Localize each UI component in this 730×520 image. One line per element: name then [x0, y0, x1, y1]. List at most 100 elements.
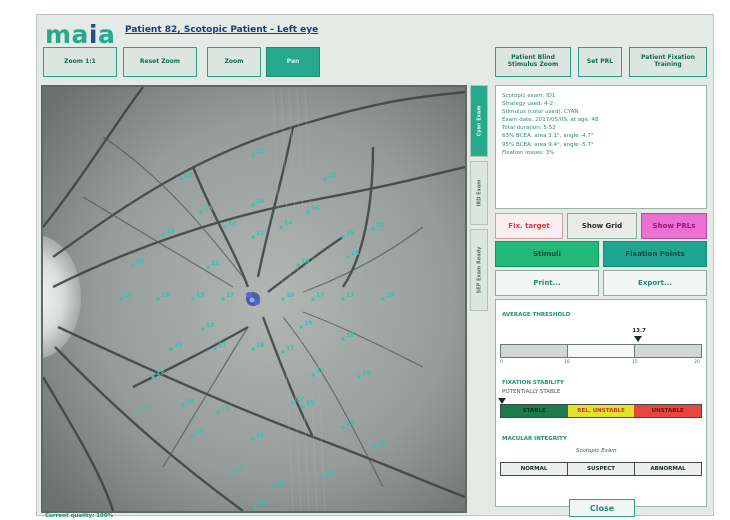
threshold-scale — [500, 344, 702, 358]
maia-logo: maia — [45, 20, 116, 49]
stimulus-label: 15 — [346, 420, 354, 427]
reset-zoom-button[interactable]: Reset Zoom — [123, 47, 197, 77]
stimulus-label: 10 — [286, 292, 294, 299]
threshold-segment — [568, 345, 635, 357]
tab-cyan-exam[interactable]: Cyan Exam — [470, 85, 488, 157]
threshold-tick: 10 — [564, 360, 570, 365]
stimulus-label: 15 — [256, 432, 264, 439]
set-prl-button[interactable]: Set PRL — [578, 47, 622, 77]
stimulus-label: 17 — [286, 345, 294, 352]
average-threshold-title: AVERAGE THRESHOLD — [502, 312, 571, 318]
stimulus-label: 18 — [256, 342, 264, 349]
stability-unstable: UNSTABLE — [634, 405, 702, 417]
info-line: Stimulus (color used): CYAN — [502, 109, 579, 116]
stimuli-button[interactable]: Stimuli — [495, 241, 599, 267]
zoom-1-1-button[interactable]: Zoom 1:1 — [43, 47, 117, 77]
stimulus-label: 15 — [174, 342, 182, 349]
maia-window: maia Patient 82, Scotopic Patient - Left… — [36, 14, 714, 519]
stimulus-label: 19 — [304, 320, 312, 327]
stimulus-label: 10 — [228, 220, 236, 227]
stimulus-label: 20 — [256, 198, 264, 205]
stimulus-label: 20 — [376, 222, 384, 229]
tab-ird-exam[interactable]: IRD Exam — [470, 161, 488, 225]
macular-suspect: SUSPECT — [568, 463, 635, 475]
macular-abnormal: ABNORMAL — [635, 463, 701, 475]
stability-scale: STABLE REL. UNSTABLE UNSTABLE — [500, 404, 702, 418]
stimulus-label: 17 — [316, 368, 324, 375]
fixation-stability-subtitle: POTENTIALLY STABLE — [502, 389, 561, 395]
stimulus-label: 18 — [362, 370, 370, 377]
print-button[interactable]: Print... — [495, 270, 599, 296]
macular-integrity-subtitle: Scotopic Exam — [576, 448, 617, 454]
status-text: Current quality: 100% — [45, 513, 114, 519]
info-line: 95% BCEA: area 9.4°, angle -5.7° — [502, 141, 594, 148]
info-line: Exam date: 2017/05/09, at age: 48 — [502, 117, 599, 124]
pan-button[interactable]: Pan — [266, 47, 320, 77]
stimulus-label: 19 — [328, 172, 336, 179]
stimulus-label: 17 — [296, 396, 304, 403]
stimulus-label: 19 — [141, 405, 149, 412]
threshold-value: 13.7 — [632, 328, 646, 334]
stimulus-label: 19 — [184, 172, 192, 179]
zoom-button[interactable]: Zoom — [207, 47, 261, 77]
stimulus-label: 19 — [196, 292, 204, 299]
threshold-segment — [501, 345, 568, 357]
stimulus-label: 15 — [196, 428, 204, 435]
stimulus-label: 18 — [206, 322, 214, 329]
stimulus-label: 15 — [136, 258, 144, 265]
stimulus-label: 16 — [311, 205, 319, 212]
patient-blind-stimulus-zoom-button[interactable]: Patient Blind Stimulus Zoom — [495, 47, 571, 77]
patient-fixation-training-button[interactable]: Patient Fixation Training — [629, 47, 707, 77]
stimulus-label: 17 — [346, 292, 354, 299]
tab-sep-exam-ready[interactable]: SEP Exam Ready — [470, 229, 488, 311]
stimulus-label: 16 — [204, 205, 212, 212]
stimulus-label: 16 — [346, 332, 354, 339]
fixation-stability-title: FIXATION STABILITY — [502, 380, 564, 386]
stimulus-label: 15 — [386, 292, 394, 299]
fix-target-button[interactable]: Fix. target — [495, 213, 563, 239]
stimulus-label: 19 — [346, 230, 354, 237]
stimulus-label: 15 — [236, 465, 244, 472]
stimulus-label: 14 — [284, 220, 292, 227]
stimulus-label: 17 — [156, 370, 164, 377]
patient-title: Patient 82, Scotopic Patient - Left eye — [125, 25, 319, 35]
stimulus-label: 16 — [258, 500, 266, 507]
macular-normal: NORMAL — [501, 463, 568, 475]
exam-info-panel: Scotopic exam: ID1 Strategy used: 4-2 St… — [495, 85, 707, 209]
close-button[interactable]: Close — [569, 499, 635, 517]
stimulus-label: 12 — [211, 260, 219, 267]
fixation-points-button[interactable]: Fixation Points — [603, 241, 707, 267]
export-button[interactable]: Export... — [603, 270, 707, 296]
stability-rel-unstable: REL. UNSTABLE — [567, 405, 635, 417]
threshold-tick: 0 — [500, 360, 503, 365]
stimulus-label: 15 — [351, 250, 359, 257]
info-line: Total duration: 5:52 — [502, 125, 556, 132]
stimulus-label: 16 — [301, 258, 309, 265]
stimulus-label: 16 — [378, 440, 386, 447]
info-line: 63% BCEA: area 3.1°, angle -4.7° — [502, 133, 594, 140]
show-grid-button[interactable]: Show Grid — [567, 213, 637, 239]
stimulus-label: 15 — [276, 480, 284, 487]
show-prls-button[interactable]: Show PRLs — [641, 213, 707, 239]
analysis-panel: AVERAGE THRESHOLD 13.7 0 10 15 20 FIXATI… — [495, 299, 707, 507]
stimulus-label: 17 — [218, 342, 226, 349]
macular-scale: NORMAL SUSPECT ABNORMAL — [500, 462, 702, 476]
stimulus-label: 15 — [166, 228, 174, 235]
stimulus-label: 15 — [306, 400, 314, 407]
info-line: Fixation losses: 3% — [502, 149, 555, 156]
info-line: Scotopic exam: ID1 — [502, 93, 556, 99]
stimulus-label: 16 — [326, 470, 334, 477]
stimulus-label: 17 — [226, 292, 234, 299]
stimulus-label: 19 — [161, 292, 169, 299]
stimulus-label: 15 — [221, 405, 229, 412]
threshold-tick: 20 — [694, 360, 700, 365]
fundus-image[interactable]: 19 19 19 16 16 20 12 10 14 15 19 20 15 12 16 15 19 19 19 17… — [41, 85, 467, 513]
stimulus-label: 17 — [316, 292, 324, 299]
info-line: Strategy used: 4-2 — [502, 101, 554, 108]
stimulus-label: 19 — [256, 148, 264, 155]
stimulus-label: 19 — [186, 398, 194, 405]
stimulus-label: 12 — [256, 230, 264, 237]
threshold-marker — [634, 336, 643, 342]
fixation-cloud — [246, 292, 260, 306]
stimulus-label: 19 — [124, 292, 132, 299]
